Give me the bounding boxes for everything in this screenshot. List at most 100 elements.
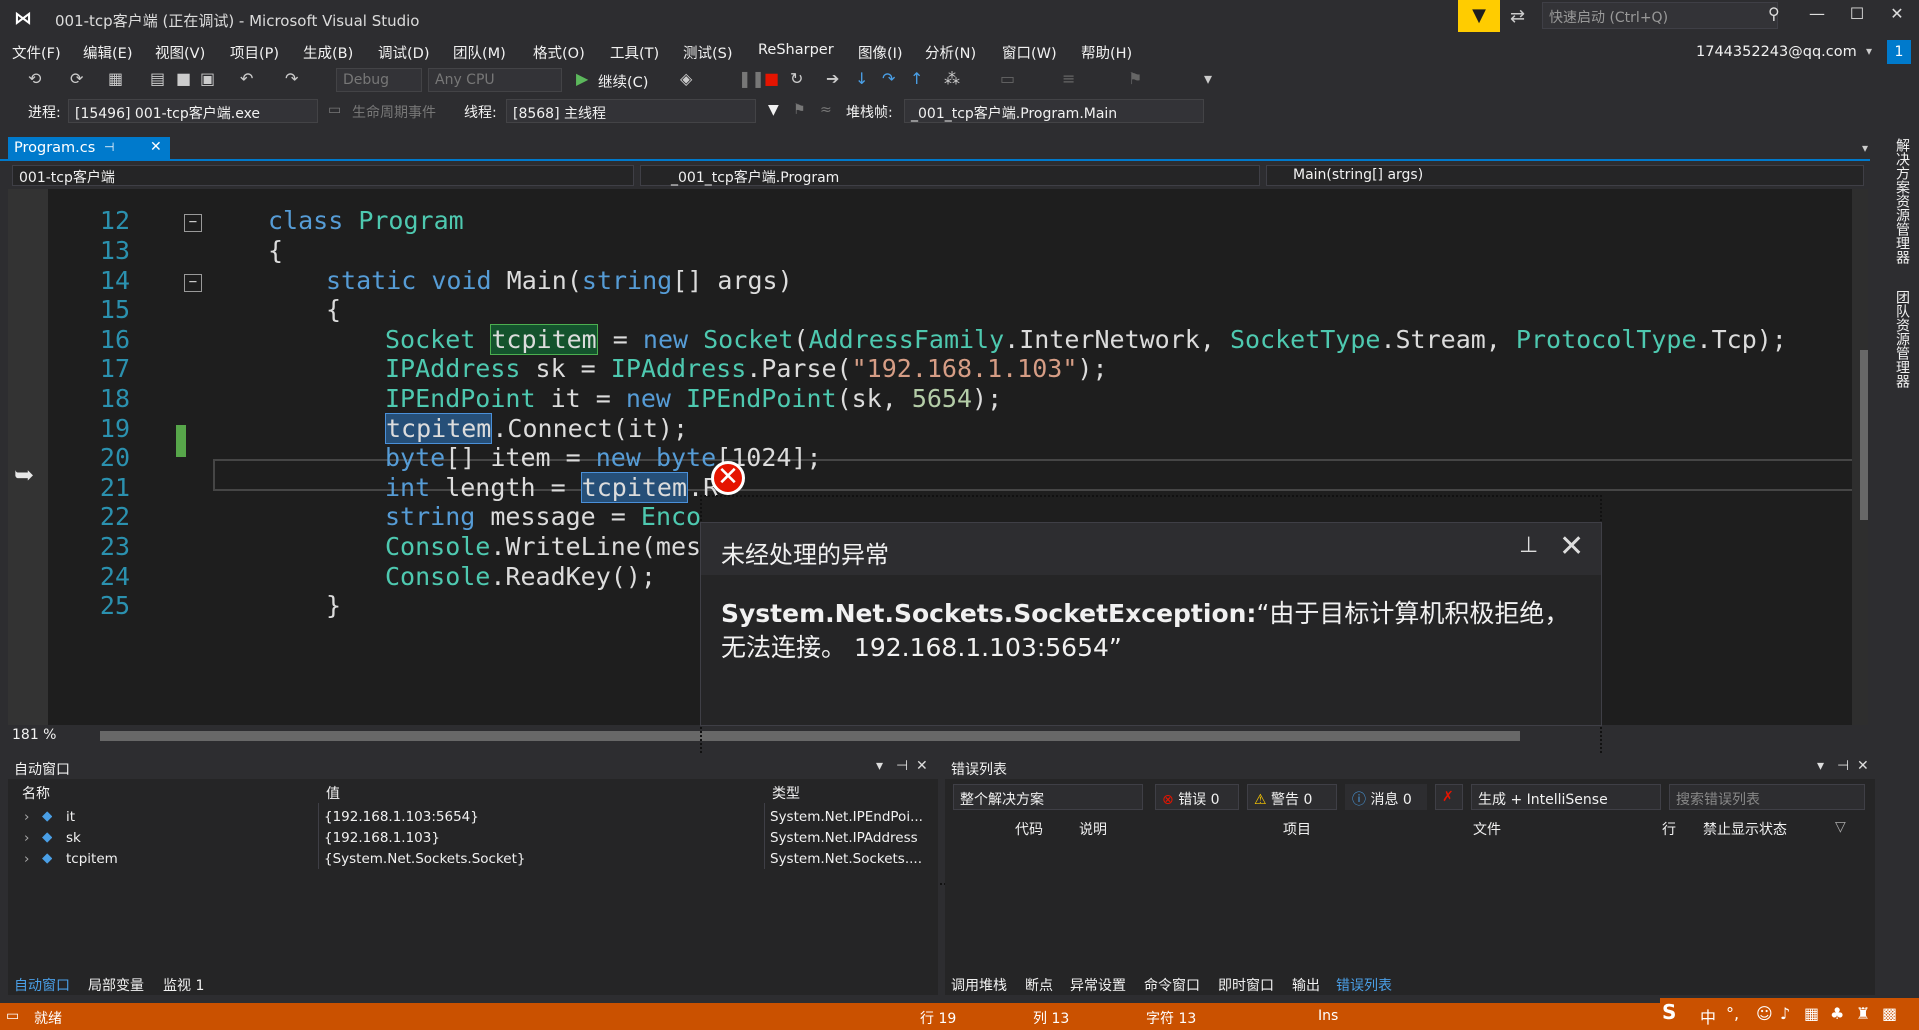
play-icon[interactable]: ▶ xyxy=(576,69,588,88)
filter-icon[interactable]: ▼ xyxy=(768,102,779,118)
tab-watch-1[interactable]: 监视 1 xyxy=(163,975,204,995)
clear-filter-icon[interactable]: ✗ xyxy=(1435,784,1463,810)
menu-test[interactable]: 测试(S) xyxy=(683,42,733,63)
chevron-down-icon[interactable]: ▾ xyxy=(1204,69,1212,88)
code-line[interactable]: int length = tcpitem.R xyxy=(385,472,718,503)
tab-team-explorer[interactable]: 团队资源管理器 xyxy=(1882,290,1912,388)
zoom-level-select[interactable]: 181 % xyxy=(12,727,56,743)
column-line[interactable]: 行 xyxy=(1662,819,1676,839)
tab-exception-settings[interactable]: 异常设置 xyxy=(1070,975,1126,995)
menu-analyze[interactable]: 分析(N) xyxy=(925,42,976,63)
threads-icon[interactable]: ≈ xyxy=(820,102,832,118)
configuration-select[interactable]: Debug xyxy=(336,68,422,92)
code-line[interactable]: { xyxy=(326,295,341,324)
menu-edit[interactable]: 编辑(E) xyxy=(83,42,132,63)
expand-icon[interactable]: › xyxy=(24,830,29,846)
menu-tools[interactable]: 工具(T) xyxy=(610,42,659,63)
tab-immediate-window[interactable]: 即时窗口 xyxy=(1218,975,1274,995)
grid-icon[interactable]: ▩ xyxy=(1882,1004,1897,1023)
collapse-icon[interactable]: − xyxy=(184,214,202,232)
menu-resharper[interactable]: ReSharper xyxy=(758,42,834,58)
ime-toolbar[interactable]: S 中 °, ☺ ♪ ▦ ♣ ♜ ▩ xyxy=(1660,998,1919,1030)
close-window-button[interactable]: ✕ xyxy=(1882,4,1912,23)
column-name[interactable]: 名称 xyxy=(22,783,50,803)
continue-button[interactable]: 继续(C) xyxy=(598,71,648,92)
maximize-button[interactable]: ☐ xyxy=(1842,4,1872,23)
step-into-icon[interactable]: ↓ xyxy=(855,69,868,88)
column-type[interactable]: 类型 xyxy=(772,783,800,803)
chevron-down-icon[interactable]: ▾ xyxy=(876,758,883,774)
menu-image[interactable]: 图像(I) xyxy=(858,42,903,63)
collapse-icon[interactable]: − xyxy=(184,274,202,292)
column-description[interactable]: 说明 xyxy=(1079,819,1107,839)
ime-language[interactable]: 中 xyxy=(1700,1004,1716,1028)
expand-icon[interactable]: › xyxy=(24,851,29,867)
process-select[interactable]: [15496] 001-tcp客户端.exe xyxy=(68,99,318,123)
code-line[interactable]: static void Main(string[] args) xyxy=(326,266,793,295)
tab-autos[interactable]: 自动窗口 xyxy=(14,975,70,995)
code-line[interactable]: tcpitem.Connect(it); xyxy=(385,413,688,444)
close-icon[interactable]: ✕ xyxy=(1857,758,1869,774)
code-line[interactable]: byte[] item = new byte[1024]; xyxy=(385,443,822,472)
chevron-down-icon[interactable]: ▾ xyxy=(1862,141,1868,155)
undo-icon[interactable]: ↶ xyxy=(240,69,253,88)
column-suppression[interactable]: 禁止显示状态 xyxy=(1703,819,1787,839)
table-row[interactable]: it xyxy=(66,809,75,825)
save-icon[interactable]: ■ xyxy=(176,69,191,88)
scope-select[interactable]: 整个解决方案 xyxy=(953,784,1143,810)
table-cell[interactable]: {192.168.1.103:5654} xyxy=(324,809,760,825)
column-code[interactable]: 代码 xyxy=(1015,819,1043,839)
scrollbar-thumb[interactable] xyxy=(1860,350,1868,520)
redo-icon[interactable]: ↷ xyxy=(285,69,298,88)
keyboard-icon[interactable]: ▦ xyxy=(1804,1004,1819,1023)
flag-icon[interactable]: ⚑ xyxy=(793,102,806,118)
pause-icon[interactable]: ❚❚ xyxy=(738,69,765,88)
pin-icon[interactable]: ⊣ xyxy=(1837,758,1849,774)
new-project-icon[interactable]: ▦ xyxy=(108,69,123,88)
notification-filter-icon[interactable]: ▼ xyxy=(1458,0,1500,32)
close-icon[interactable]: ✕ xyxy=(916,758,928,774)
tab-solution-explorer[interactable]: 解决方案资源管理器 xyxy=(1882,138,1912,264)
code-line[interactable]: IPAddress sk = IPAddress.Parse("192.168.… xyxy=(385,354,1108,383)
table-row[interactable]: sk xyxy=(66,830,81,846)
account-name[interactable]: 1744352243@qq.com xyxy=(1696,44,1857,60)
save-all-icon[interactable]: ▣ xyxy=(200,69,215,88)
close-icon[interactable]: ✕ xyxy=(150,139,162,155)
code-line[interactable]: { xyxy=(268,236,283,265)
indent-icon[interactable]: ≡ xyxy=(1062,69,1075,88)
code-line[interactable]: IPEndPoint it = new IPEndPoint(sk, 5654)… xyxy=(385,384,1002,413)
table-row[interactable]: tcpitem xyxy=(66,851,118,867)
class-select[interactable]: _001_tcp客户端.Program xyxy=(640,165,1260,186)
table-cell[interactable]: {System.Net.Sockets.Socket} xyxy=(324,851,760,867)
punctuation-icon[interactable]: °, xyxy=(1726,1004,1739,1023)
chevron-down-icon[interactable]: ▾ xyxy=(1817,758,1824,774)
stackframe-select[interactable]: _001_tcp客户端.Program.Main xyxy=(904,99,1204,123)
menu-team[interactable]: 团队(M) xyxy=(453,42,506,63)
code-line[interactable]: } xyxy=(326,591,341,620)
microphone-icon[interactable]: ♪ xyxy=(1780,1004,1790,1023)
menu-build[interactable]: 生成(B) xyxy=(303,42,353,63)
build-filter-select[interactable]: 生成 + IntelliSense xyxy=(1471,784,1661,810)
editor-margin[interactable] xyxy=(8,189,48,725)
tab-locals[interactable]: 局部变量 xyxy=(88,975,144,995)
pin-icon[interactable]: ⊣ xyxy=(104,140,114,154)
code-line[interactable]: Console.ReadKey(); xyxy=(385,562,656,591)
errors-filter-button[interactable]: ⊗ 错误 0 xyxy=(1155,784,1239,810)
skin-icon[interactable]: ♣ xyxy=(1830,1004,1844,1023)
stop-icon[interactable]: ■ xyxy=(764,69,779,88)
step-over-icon[interactable]: ↷ xyxy=(882,69,895,88)
filter-icon[interactable]: ▽ xyxy=(1835,819,1846,835)
code-line[interactable]: Console.WriteLine(mes xyxy=(385,532,701,561)
forward-icon[interactable]: ⟳ xyxy=(70,69,83,88)
chevron-down-icon[interactable]: ▾ xyxy=(1866,44,1872,58)
back-icon[interactable]: ⟲ xyxy=(28,69,41,88)
browser-link-icon[interactable]: ◈ xyxy=(680,69,692,88)
open-file-icon[interactable]: ▤ xyxy=(150,69,165,88)
minimize-button[interactable]: — xyxy=(1802,4,1832,23)
tab-program-cs[interactable]: Program.cs xyxy=(8,137,170,161)
messages-filter-button[interactable]: ⓘ 消息 0 xyxy=(1345,784,1427,810)
column-project[interactable]: 项目 xyxy=(1283,819,1311,839)
code-line[interactable]: string message = Enco xyxy=(385,502,701,531)
search-icon[interactable]: ⚲ xyxy=(1768,4,1780,23)
thread-select[interactable]: [8568] 主线程 xyxy=(506,99,756,123)
